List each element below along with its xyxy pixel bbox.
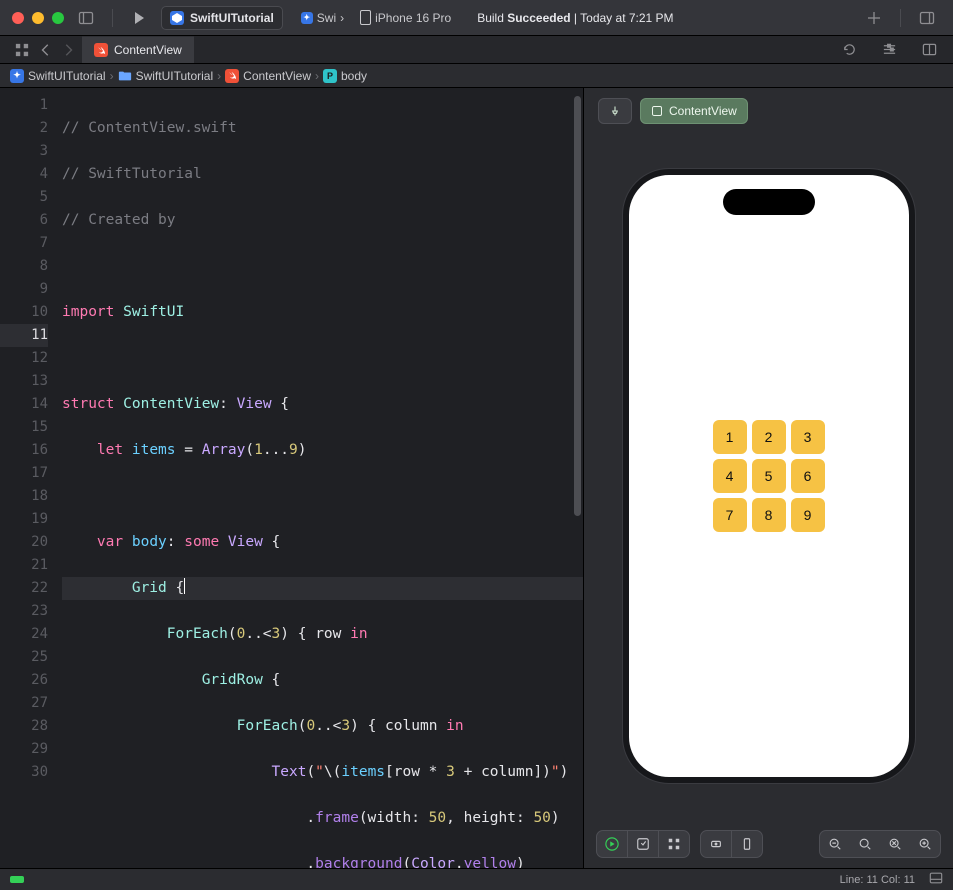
tab-label: ContentView [114, 43, 182, 57]
main-split: 1234 5678 9101112 13141516 17181920 2122… [0, 88, 953, 868]
chevron-right-icon: › [340, 11, 344, 25]
device-settings-button[interactable] [701, 831, 731, 857]
crumb-folder[interactable]: SwiftUITutorial [118, 69, 214, 83]
scheme-label: SwiftUITutorial [190, 11, 274, 25]
minimize-window-button[interactable] [32, 12, 44, 24]
close-window-button[interactable] [12, 12, 24, 24]
editor-tabbar: ContentView [0, 36, 953, 64]
go-forward-button[interactable] [60, 38, 76, 62]
property-icon: P [323, 69, 337, 83]
xcode-project-icon: ✦ [301, 12, 313, 24]
toggle-navigator-button[interactable] [72, 6, 100, 30]
preview-device-picker-button[interactable] [732, 831, 762, 857]
status-bar: Line: 11 Col: 11 [0, 868, 953, 890]
crumb-file[interactable]: ContentView [225, 69, 311, 83]
zoom-in-button[interactable] [910, 831, 940, 857]
grid-cell: 5 [752, 459, 786, 493]
zoom-actual-button[interactable] [850, 831, 880, 857]
zoom-out-button[interactable] [820, 831, 850, 857]
grid-cell: 1 [713, 420, 747, 454]
crumb-symbol[interactable]: P body [323, 69, 367, 83]
swift-file-icon [225, 69, 239, 83]
refresh-canvas-button[interactable] [835, 38, 863, 62]
preview-canvas-panel: ContentView 1 2 3 4 5 6 7 8 9 [583, 88, 953, 868]
toggle-inspector-button[interactable] [913, 6, 941, 30]
grid-cell: 9 [791, 498, 825, 532]
swift-file-icon [94, 43, 108, 57]
go-back-button[interactable] [38, 38, 54, 62]
zoom-window-button[interactable] [52, 12, 64, 24]
titlebar: SwiftUITutorial ✦ Swi › iPhone 16 Pro Bu… [0, 0, 953, 36]
code-text[interactable]: // ContentView.swift // SwiftTutorial //… [58, 88, 583, 868]
grid-cell: 7 [713, 498, 747, 532]
activity-status[interactable]: Build Succeeded | Today at 7:21 PM [477, 11, 673, 25]
dynamic-island [723, 189, 815, 215]
canvas-stage[interactable]: 1 2 3 4 5 6 7 8 9 [594, 134, 943, 826]
add-assistant-editor-button[interactable] [915, 38, 943, 62]
destination-scheme-button[interactable]: ✦ Swi › [295, 6, 350, 30]
build-status-led[interactable] [10, 876, 24, 883]
scrollbar-thumb[interactable] [574, 96, 581, 516]
folder-icon [118, 69, 132, 83]
scheme-selector[interactable]: SwiftUITutorial [161, 6, 283, 30]
grid-cell: 4 [713, 459, 747, 493]
chevron-right-icon: › [110, 69, 114, 83]
grid-cell: 2 [752, 420, 786, 454]
chevron-right-icon: › [315, 69, 319, 83]
grid-cell: 8 [752, 498, 786, 532]
run-destination-group: ✦ Swi › iPhone 16 Pro [295, 6, 457, 30]
source-editor[interactable]: 1234 5678 9101112 13141516 17181920 2122… [0, 88, 583, 868]
grid-cell: 6 [791, 459, 825, 493]
cursor-position[interactable]: Line: 11 Col: 11 [840, 874, 915, 886]
canvas-toolbar [594, 826, 943, 868]
selectable-mode-button[interactable] [628, 831, 658, 857]
destination-device-button[interactable]: iPhone 16 Pro [354, 6, 457, 30]
grid-cell: 3 [791, 420, 825, 454]
editor-tab-contentview[interactable]: ContentView [82, 36, 194, 63]
chevron-right-icon: › [217, 69, 221, 83]
related-items-button[interactable] [12, 38, 32, 62]
line-number-gutter: 1234 5678 9101112 13141516 17181920 2122… [0, 88, 58, 868]
preview-grid: 1 2 3 4 5 6 7 8 9 [713, 420, 825, 532]
live-preview-button[interactable] [597, 831, 627, 857]
xcode-project-icon: ✦ [10, 69, 24, 83]
iphone-icon [360, 10, 371, 25]
add-button[interactable] [860, 6, 888, 30]
crumb-project[interactable]: ✦ SwiftUITutorial [10, 69, 106, 83]
preview-selector-chip[interactable]: ContentView [640, 98, 748, 124]
window-controls [12, 12, 64, 24]
variants-button[interactable] [659, 831, 689, 857]
run-button[interactable] [125, 6, 153, 30]
adjust-editor-options-button[interactable] [875, 38, 903, 62]
pin-preview-button[interactable] [598, 98, 632, 124]
app-icon [170, 11, 184, 25]
jump-bar[interactable]: ✦ SwiftUITutorial › SwiftUITutorial › Co… [0, 64, 953, 88]
toggle-debug-area-button[interactable] [929, 871, 943, 888]
zoom-fit-button[interactable] [880, 831, 910, 857]
device-frame: 1 2 3 4 5 6 7 8 9 [623, 169, 915, 783]
